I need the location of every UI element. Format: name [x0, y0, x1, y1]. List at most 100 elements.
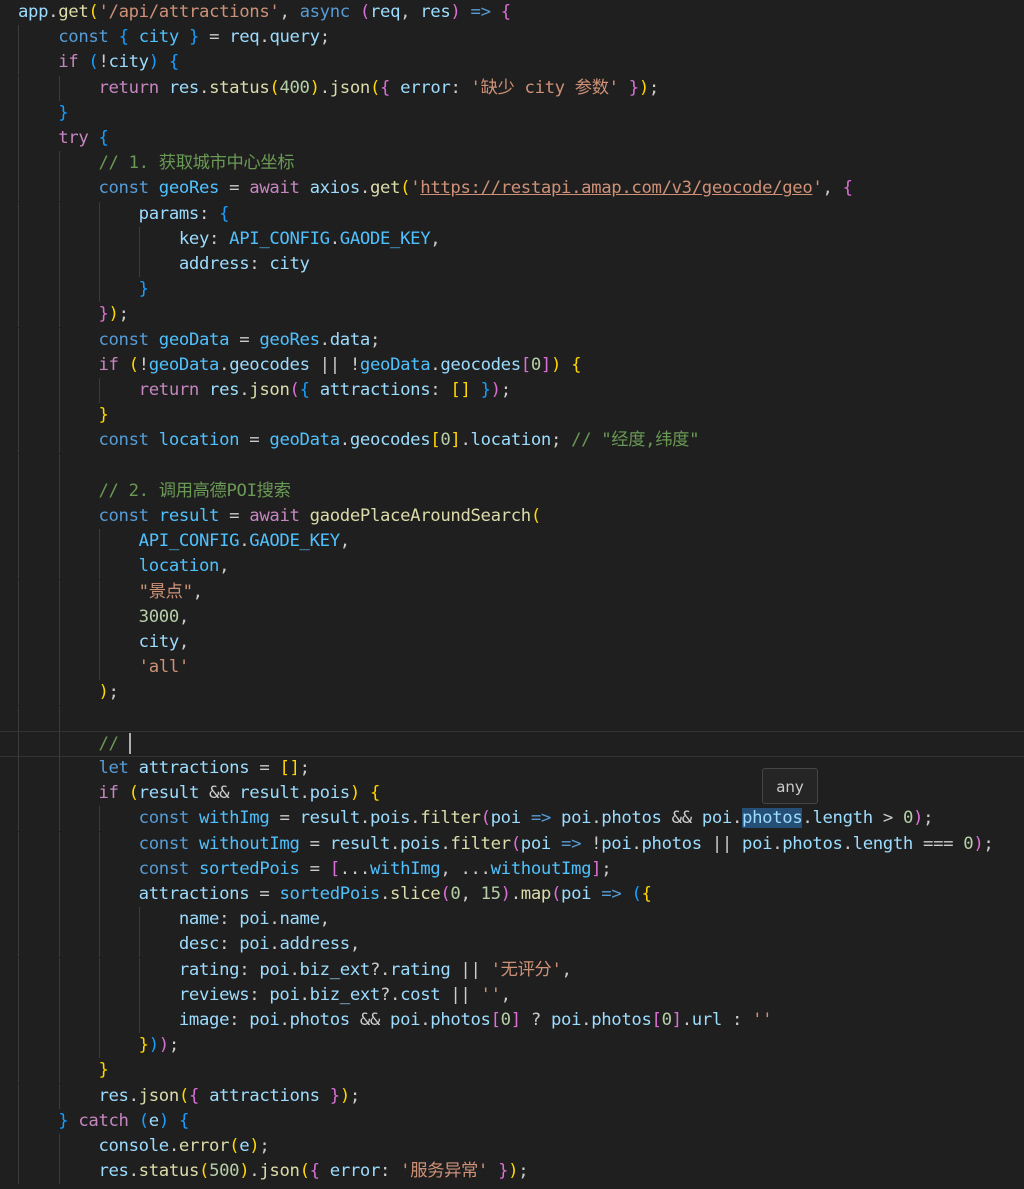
code-line[interactable]: const { city } = req.query; [0, 25, 1024, 51]
code-token: , [219, 556, 230, 577]
code-token: city [108, 52, 150, 73]
code-token: error [329, 1161, 381, 1182]
code-text: // 2. 调用高德POI搜索 [18, 479, 290, 504]
code-line[interactable]: reviews: poi.biz_ext?.cost || '', [0, 982, 1024, 1008]
code-token: : [249, 984, 270, 1005]
code-text: res.status(500).json({ error: '服务异常' }); [18, 1159, 528, 1184]
code-line[interactable]: const withoutImg = result.pois.filter(po… [0, 831, 1024, 857]
code-line[interactable]: 'all' [0, 655, 1024, 681]
code-token: . [802, 808, 813, 829]
code-text: attractions = sortedPois.slice(0, 15).ma… [18, 882, 652, 907]
code-token: poi [239, 934, 270, 955]
code-token: get [58, 2, 89, 22]
code-line[interactable]: const geoRes = await axios.get('https://… [0, 176, 1024, 202]
code-line[interactable]: app.get('/api/attractions', async (req, … [0, 0, 1024, 25]
code-line[interactable]: "景点", [0, 579, 1024, 605]
code-token: return [98, 77, 159, 98]
code-line[interactable]: city, [0, 630, 1024, 655]
code-line[interactable]: return res.status(400).json({ error: '缺少… [0, 75, 1024, 101]
code-line[interactable]: params: { [0, 201, 1024, 227]
code-line[interactable]: // [0, 730, 1024, 757]
code-token: poi [490, 808, 522, 829]
code-line[interactable]: if (!city) { [0, 50, 1024, 76]
code-token: = [249, 884, 280, 904]
code-token: console [98, 1136, 169, 1156]
code-token: , [339, 531, 350, 552]
indent-guide [59, 705, 60, 731]
code-token: error [400, 77, 451, 98]
code-line[interactable] [0, 705, 1024, 731]
code-token: desc [178, 934, 220, 955]
code-token: , ... [440, 858, 491, 879]
code-token: => [561, 833, 582, 854]
code-line[interactable]: const geoData = geoRes.data; [0, 327, 1024, 353]
code-line[interactable]: } [0, 403, 1024, 429]
code-token: get [369, 178, 401, 199]
code-line[interactable]: address: city [0, 252, 1024, 277]
code-token: result [239, 783, 300, 804]
code-editor[interactable]: app.get('/api/attractions', async (req, … [0, 0, 1024, 1189]
code-line[interactable]: API_CONFIG.GAODE_KEY, [0, 529, 1024, 555]
code-token: 0 [530, 354, 541, 375]
code-line[interactable]: } [0, 1058, 1024, 1084]
code-line[interactable]: ); [0, 680, 1024, 706]
code-text: const withoutImg = result.pois.filter(po… [18, 832, 994, 857]
code-line[interactable]: rating: poi.biz_ext?.rating || '无评分', [0, 957, 1024, 983]
code-line[interactable]: return res.json({ attractions: [] }); [0, 378, 1024, 403]
code-text: params: { [18, 202, 230, 227]
code-token: => [470, 2, 491, 22]
code-line[interactable]: name: poi.name, [0, 907, 1024, 933]
code-line[interactable]: const result = await gaodePlaceAroundSea… [0, 504, 1024, 529]
code-line[interactable]: const location = geoData.geocodes[0].loc… [0, 428, 1024, 454]
code-line[interactable]: } catch (e) { [0, 1108, 1024, 1134]
code-line[interactable]: image: poi.photos && poi.photos[0] ? poi… [0, 1008, 1024, 1033]
code-line[interactable]: res.status(500).json({ error: '服务异常' }); [0, 1159, 1024, 1185]
code-line[interactable]: location, [0, 554, 1024, 580]
code-line[interactable]: // 1. 获取城市中心坐标 [0, 151, 1024, 177]
code-token: json [249, 380, 290, 400]
code-token: . [219, 354, 230, 375]
code-line[interactable]: 3000, [0, 604, 1024, 630]
code-line[interactable]: const withImg = result.pois.filter(poi =… [0, 806, 1024, 832]
code-token: 'all' [138, 657, 190, 678]
code-token: const [138, 833, 190, 854]
code-line[interactable]: desc: poi.address, [0, 932, 1024, 958]
code-line[interactable]: key: API_CONFIG.GAODE_KEY, [0, 226, 1024, 252]
code-line[interactable] [0, 453, 1024, 479]
code-token: status [138, 1161, 200, 1182]
code-token: } [480, 380, 491, 400]
code-line[interactable]: attractions = sortedPois.slice(0, 15).ma… [0, 882, 1024, 907]
code-token: result [158, 506, 220, 526]
code-token: ) [148, 52, 159, 73]
code-text: console.error(e); [18, 1134, 269, 1159]
code-token: length [852, 833, 914, 854]
text-cursor [128, 733, 131, 755]
code-line[interactable]: }); [0, 302, 1024, 328]
code-line[interactable]: if (result && result.pois) { [0, 781, 1024, 807]
code-line[interactable]: } [0, 277, 1024, 303]
code-line[interactable]: } [0, 100, 1024, 126]
code-line[interactable]: let attractions = []; [0, 756, 1024, 781]
code-line[interactable]: res.json({ attractions }); [0, 1083, 1024, 1109]
code-line[interactable]: console.error(e); [0, 1134, 1024, 1159]
code-token: const [98, 178, 149, 199]
code-token: ( [440, 884, 451, 904]
code-line[interactable]: if (!geoData.geocodes || !geoData.geocod… [0, 352, 1024, 378]
code-token: } [98, 405, 109, 426]
code-token: location [138, 556, 220, 577]
code-token: ( [128, 354, 139, 375]
code-line[interactable]: try { [0, 126, 1024, 151]
code-line[interactable]: })); [0, 1033, 1024, 1059]
code-line[interactable]: const sortedPois = [...withImg, ...witho… [0, 856, 1024, 882]
code-line[interactable]: // 2. 调用高德POI搜索 [0, 478, 1024, 504]
